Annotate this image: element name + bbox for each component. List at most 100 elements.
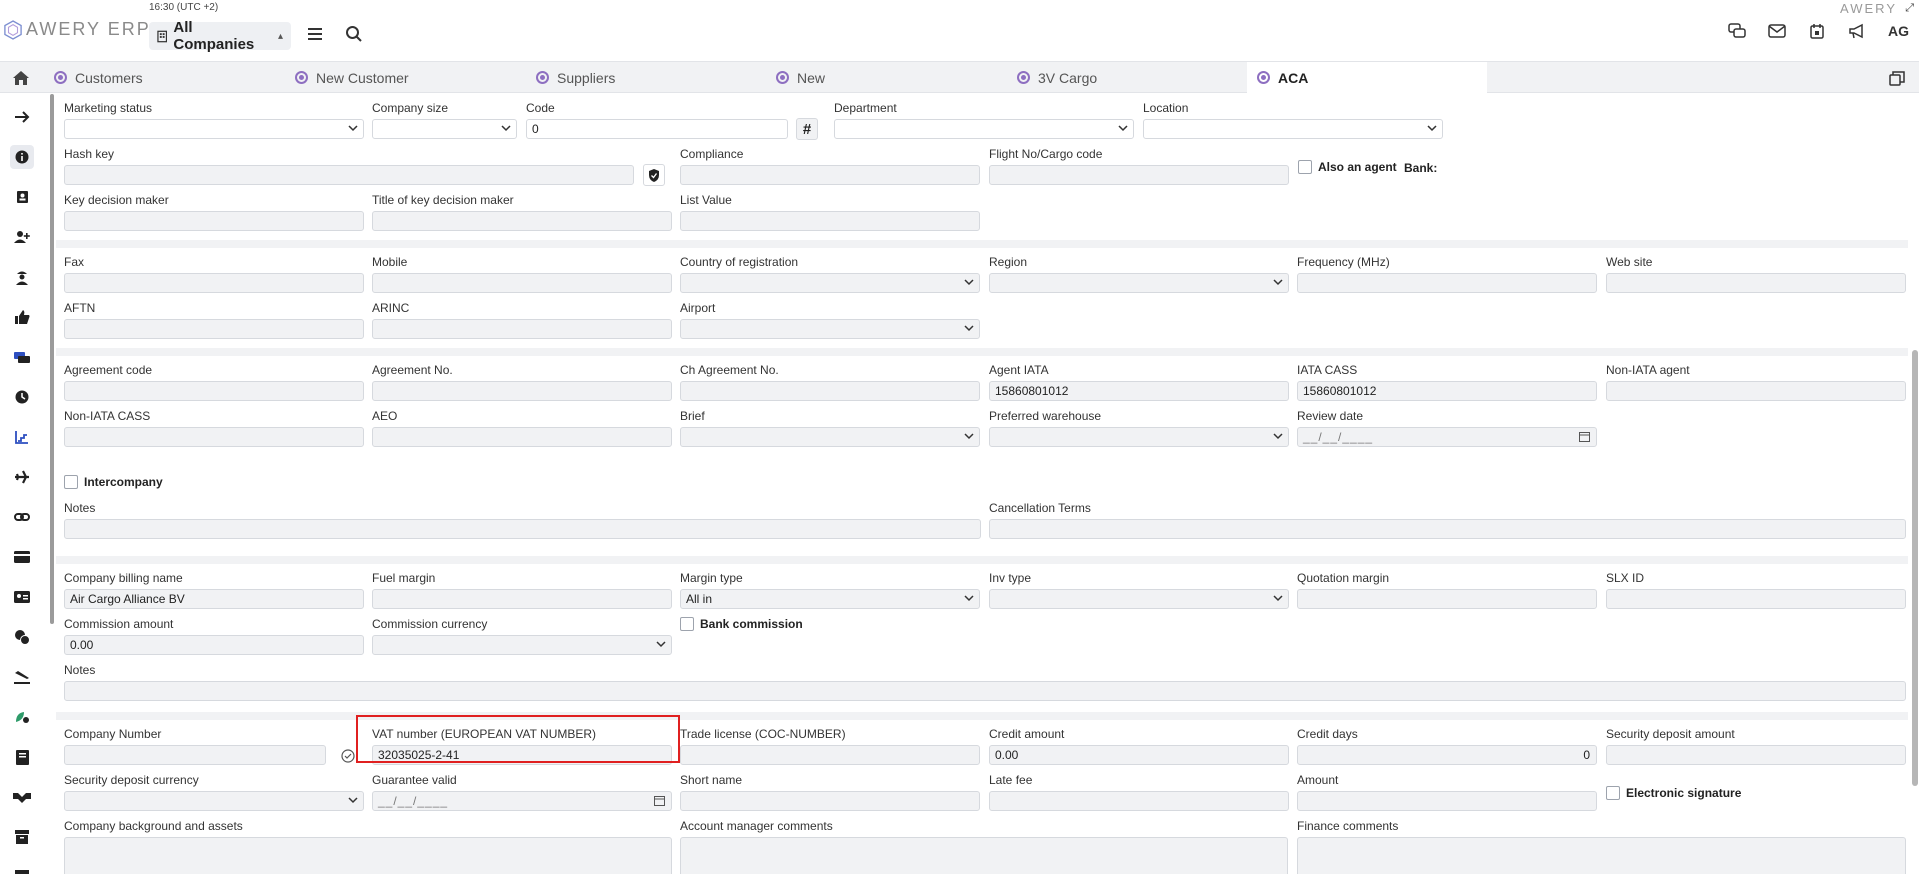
- mail-icon[interactable]: [1768, 22, 1786, 40]
- sidebar-id-card-icon[interactable]: [10, 585, 34, 609]
- cancellation-terms-input[interactable]: [989, 519, 1906, 539]
- aeo-input[interactable]: [372, 427, 672, 447]
- sidebar-plane-landing-icon[interactable]: [10, 665, 34, 689]
- sidebar-money-transfer-icon[interactable]: [10, 345, 34, 369]
- non-iata-cass-input[interactable]: [64, 427, 364, 447]
- chat-icon[interactable]: [1728, 22, 1746, 40]
- inv-type-select[interactable]: [989, 589, 1289, 609]
- short-name-input[interactable]: [680, 791, 980, 811]
- hash-key-input[interactable]: [64, 165, 634, 185]
- security-deposit-currency-select[interactable]: [64, 791, 364, 811]
- sidebar-scrollbar[interactable]: [50, 94, 54, 624]
- avatar[interactable]: AG: [1888, 23, 1909, 39]
- brief-select[interactable]: [680, 427, 980, 447]
- tab-new-customer[interactable]: New Customer: [295, 62, 525, 93]
- account-manager-comments-textarea[interactable]: [680, 837, 1288, 874]
- vat-number-input[interactable]: 32035025-2-41: [372, 745, 672, 765]
- verify-check-icon[interactable]: [339, 747, 357, 765]
- bank-commission-checkbox[interactable]: Bank commission: [680, 617, 803, 631]
- arinc-input[interactable]: [372, 319, 672, 339]
- security-deposit-amount-input[interactable]: [1606, 745, 1906, 765]
- preferred-warehouse-select[interactable]: [989, 427, 1289, 447]
- sidebar-ledger-icon[interactable]: [10, 745, 34, 769]
- department-select[interactable]: [834, 119, 1134, 139]
- checkbox-box[interactable]: [680, 617, 694, 631]
- compliance-input[interactable]: [680, 165, 980, 185]
- quotation-margin-input[interactable]: [1297, 589, 1597, 609]
- restore-window-icon[interactable]: [1889, 70, 1905, 86]
- fuel-margin-input[interactable]: [372, 589, 672, 609]
- iata-cass-input[interactable]: 15860801012: [1297, 381, 1597, 401]
- mobile-input[interactable]: [372, 273, 672, 293]
- agent-iata-input[interactable]: 15860801012: [989, 381, 1289, 401]
- sidebar-thumbs-up-icon[interactable]: [10, 305, 34, 329]
- agreement-no-input[interactable]: [372, 381, 672, 401]
- sidebar-more-icon[interactable]: [10, 862, 34, 874]
- ch-agreement-no-input[interactable]: [680, 381, 980, 401]
- key-decision-maker-input[interactable]: [64, 211, 364, 231]
- late-fee-input[interactable]: [989, 791, 1289, 811]
- sidebar-collapse-arrow-icon[interactable]: [10, 105, 34, 129]
- sidebar-support-chat-icon[interactable]: [10, 625, 34, 649]
- calendar-icon[interactable]: [1808, 22, 1826, 40]
- sidebar-add-user-icon[interactable]: [10, 225, 34, 249]
- sidebar-contact-book-icon[interactable]: [10, 185, 34, 209]
- frequency-input[interactable]: [1297, 273, 1597, 293]
- agreement-code-input[interactable]: [64, 381, 364, 401]
- checkbox-box[interactable]: [1298, 160, 1312, 174]
- code-input[interactable]: 0: [526, 119, 788, 139]
- sidebar-stairs-chart-icon[interactable]: [10, 425, 34, 449]
- commission-amount-input[interactable]: 0.00: [64, 635, 364, 655]
- sidebar-link-icon[interactable]: [10, 505, 34, 529]
- sidebar-captain-icon[interactable]: [10, 265, 34, 289]
- margin-type-select[interactable]: All in: [680, 589, 980, 609]
- intercompany-checkbox[interactable]: Intercompany: [64, 475, 163, 489]
- sidebar-plant-icon[interactable]: [10, 705, 34, 729]
- airport-select[interactable]: [680, 319, 980, 339]
- sidebar-info-icon[interactable]: [10, 145, 34, 169]
- shield-check-button[interactable]: [643, 164, 665, 186]
- web-site-input[interactable]: [1606, 273, 1906, 293]
- megaphone-icon[interactable]: [1848, 22, 1866, 40]
- checkbox-box[interactable]: [64, 475, 78, 489]
- country-registration-select[interactable]: [680, 273, 980, 293]
- tab-new[interactable]: New: [776, 62, 1006, 93]
- also-agent-checkbox[interactable]: Also an agent: [1298, 160, 1397, 174]
- checkbox-box[interactable]: [1606, 786, 1620, 800]
- aftn-input[interactable]: [64, 319, 364, 339]
- notes-input[interactable]: [64, 519, 981, 539]
- list-value-input[interactable]: [680, 211, 980, 231]
- credit-days-input[interactable]: 0: [1297, 745, 1597, 765]
- fax-input[interactable]: [64, 273, 364, 293]
- calendar-icon[interactable]: [1579, 431, 1590, 442]
- trade-license-input[interactable]: [680, 745, 980, 765]
- company-select[interactable]: All Companies ▴: [149, 19, 291, 53]
- tab-3v-cargo[interactable]: 3V Cargo: [1017, 62, 1247, 93]
- finance-comments-textarea[interactable]: [1297, 837, 1906, 874]
- amount-input[interactable]: [1297, 791, 1597, 811]
- sidebar-handshake-icon[interactable]: [10, 785, 34, 809]
- review-date-input[interactable]: __/__/____: [1297, 427, 1597, 447]
- expand-icon[interactable]: ⤢: [1905, 2, 1914, 15]
- credit-amount-input[interactable]: 0.00: [989, 745, 1289, 765]
- guarantee-valid-input[interactable]: __/__/____: [372, 791, 672, 811]
- company-billing-name-input[interactable]: Air Cargo Alliance BV: [64, 589, 364, 609]
- title-key-decision-maker-input[interactable]: [372, 211, 672, 231]
- tab-suppliers[interactable]: Suppliers: [536, 62, 766, 93]
- main-scrollbar[interactable]: [1912, 350, 1918, 786]
- flight-no-input[interactable]: [989, 165, 1289, 185]
- billing-notes-input[interactable]: [64, 681, 1906, 701]
- sidebar-archive-icon[interactable]: [10, 825, 34, 849]
- location-select[interactable]: [1143, 119, 1443, 139]
- calendar-icon[interactable]: [654, 795, 665, 806]
- home-icon[interactable]: [12, 69, 30, 87]
- slx-id-input[interactable]: [1606, 589, 1906, 609]
- hamburger-menu-icon[interactable]: [306, 25, 324, 43]
- sidebar-clock-icon[interactable]: [10, 385, 34, 409]
- sidebar-credit-card-icon[interactable]: [10, 545, 34, 569]
- company-background-textarea[interactable]: [64, 837, 672, 874]
- tab-customers[interactable]: Customers: [54, 62, 284, 93]
- search-icon[interactable]: [345, 25, 363, 43]
- sidebar-plane-icon[interactable]: [10, 465, 34, 489]
- electronic-signature-checkbox[interactable]: Electronic signature: [1606, 786, 1741, 800]
